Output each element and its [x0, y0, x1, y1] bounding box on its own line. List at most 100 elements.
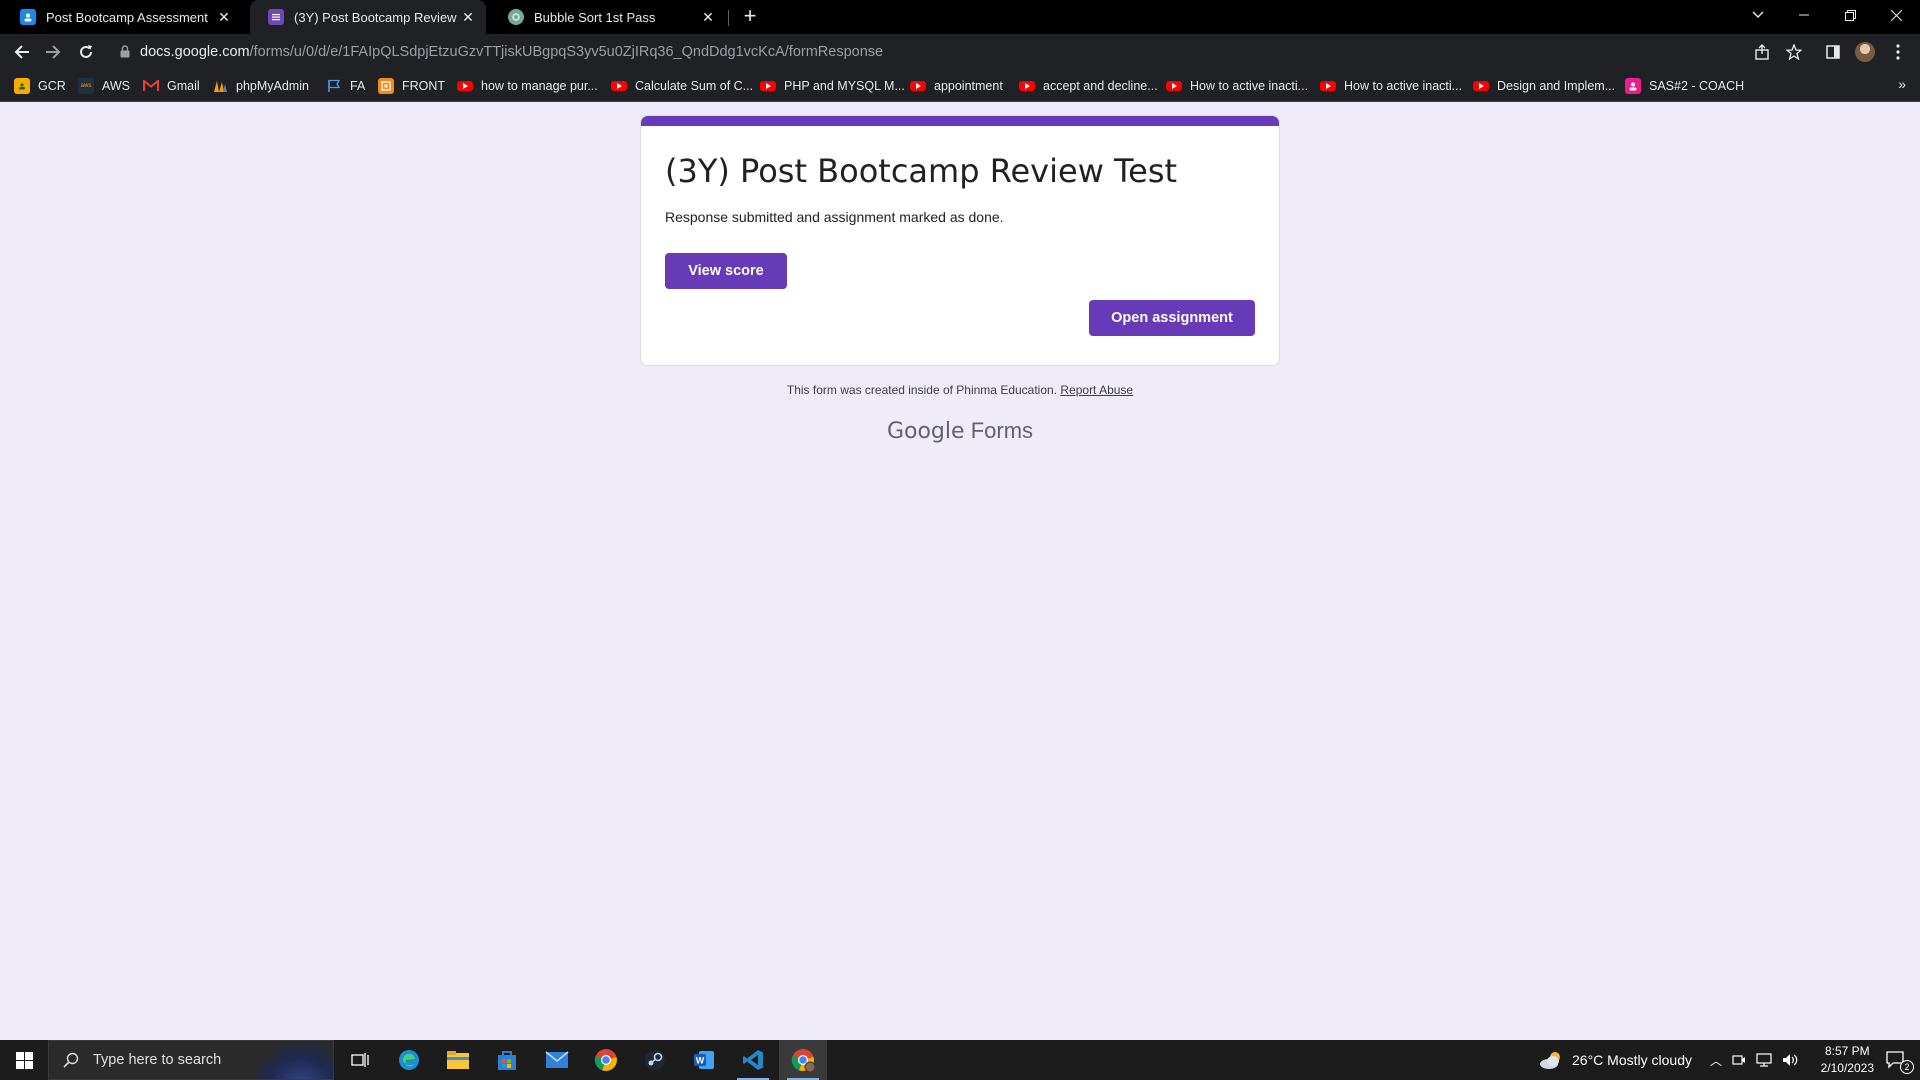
more-vert-icon — [1896, 44, 1900, 60]
tab-post-bootcamp-assessment[interactable]: Post Bootcamp Assessment ✕ — [2, 0, 242, 34]
bookmark-label: AWS — [102, 79, 131, 93]
volume-icon[interactable] — [1782, 1053, 1798, 1067]
bookmark-phpmyadmin[interactable]: phpMyAdmin — [212, 76, 309, 96]
meet-now-icon[interactable] — [1732, 1053, 1746, 1067]
google-forms-logo[interactable]: Google Forms — [0, 418, 1920, 444]
arrow-right-icon — [46, 45, 61, 59]
taskbar-clock[interactable]: 8:57 PM 2/10/2023 — [1821, 1043, 1874, 1077]
youtube-icon — [910, 81, 926, 91]
back-button[interactable] — [10, 40, 34, 64]
google-forms-icon — [268, 9, 284, 25]
taskbar-edge[interactable] — [385, 1040, 433, 1080]
youtube-icon — [1473, 81, 1489, 91]
tab-title: Bubble Sort 1st Pass — [534, 9, 656, 25]
confirmation-message: Response submitted and assignment marked… — [665, 209, 1004, 225]
bookmark-sas-coach[interactable]: SAS#2 - COACH — [1625, 76, 1744, 96]
taskbar-store[interactable] — [483, 1040, 531, 1080]
google-classroom-icon — [20, 9, 36, 25]
tab-post-bootcamp-review-test[interactable]: (3Y) Post Bootcamp Review Test ✕ — [250, 0, 486, 34]
taskbar-chrome[interactable] — [582, 1040, 630, 1080]
bookmark-star-button[interactable] — [1782, 40, 1806, 64]
logo-google-text: Google — [886, 419, 965, 444]
tab-title: (3Y) Post Bootcamp Review Test — [294, 9, 460, 25]
reload-button[interactable] — [74, 40, 98, 64]
bookmark-youtube-7[interactable]: How to active inacti... — [1320, 76, 1462, 96]
taskbar-chrome-profile[interactable] — [779, 1040, 827, 1080]
minimize-icon — [1799, 14, 1809, 16]
edge-icon — [399, 1050, 419, 1070]
search-placeholder: Type here to search — [93, 1052, 222, 1068]
bookmark-youtube-8[interactable]: Design and Implem... — [1473, 76, 1615, 96]
open-assignment-button[interactable]: Open assignment — [1089, 300, 1255, 336]
partly-cloudy-icon — [1540, 1052, 1560, 1069]
notification-center-button[interactable]: 2 — [1872, 1040, 1920, 1080]
form-response-card: (3Y) Post Bootcamp Review Test Response … — [640, 115, 1280, 366]
reload-icon — [80, 45, 92, 58]
view-score-button[interactable]: View score — [665, 253, 787, 289]
start-button[interactable] — [0, 1040, 48, 1080]
bookmark-youtube-2[interactable]: Calculate Sum of C... — [611, 76, 753, 96]
profile-button[interactable] — [1853, 40, 1877, 64]
taskbar-steam[interactable] — [631, 1040, 679, 1080]
menu-button[interactable] — [1886, 40, 1910, 64]
footer-created-text: This form was created inside of Phinma E… — [786, 383, 1058, 397]
system-tray: ︿ — [1710, 1040, 1798, 1080]
close-tab-icon[interactable]: ✕ — [216, 9, 232, 25]
network-icon[interactable] — [1756, 1053, 1772, 1067]
youtube-icon — [1166, 81, 1182, 91]
report-abuse-link[interactable]: Report Abuse — [1060, 383, 1133, 397]
bookmark-youtube-6[interactable]: How to active inacti... — [1166, 76, 1308, 96]
minimize-button[interactable] — [1781, 0, 1827, 30]
arrow-left-icon — [14, 45, 29, 59]
bookmark-youtube-4[interactable]: appointment — [910, 76, 1003, 96]
bookmark-label: Calculate Sum of C... — [635, 79, 754, 93]
clock-date: 2/10/2023 — [1820, 1061, 1874, 1075]
tab-title: Post Bootcamp Assessment — [46, 9, 208, 25]
taskbar-file-explorer[interactable] — [434, 1040, 482, 1080]
search-icon — [63, 1052, 79, 1068]
bookmark-front[interactable]: FRONT — [378, 76, 445, 96]
mail-icon — [545, 1051, 569, 1068]
logo-forms-text: Forms — [970, 418, 1034, 443]
close-window-button[interactable] — [1873, 0, 1919, 30]
bookmark-youtube-5[interactable]: accept and decline... — [1019, 76, 1158, 96]
close-tab-icon[interactable]: ✕ — [700, 9, 716, 25]
aws-icon: aws — [78, 78, 94, 94]
bookmark-label: accept and decline... — [1043, 79, 1158, 93]
close-tab-icon[interactable]: ✕ — [460, 9, 476, 25]
bookmark-youtube-1[interactable]: how to manage pur... — [457, 76, 598, 96]
bookmark-label: Gmail — [167, 79, 200, 93]
taskbar-search-box[interactable]: Type here to search — [48, 1040, 334, 1080]
phpmyadmin-icon — [212, 78, 228, 94]
taskbar-vscode[interactable] — [729, 1040, 777, 1080]
google-classroom-icon — [14, 78, 30, 94]
tab-search-button[interactable] — [1735, 0, 1781, 30]
avatar — [1855, 42, 1875, 62]
address-bar[interactable]: docs.google.com/forms/u/0/d/e/1FAIpQLSdp… — [108, 37, 1790, 67]
tab-bubble-sort[interactable]: Bubble Sort 1st Pass ✕ — [490, 0, 726, 34]
taskbar-word[interactable]: W — [680, 1040, 728, 1080]
restore-button[interactable] — [1827, 0, 1873, 30]
bookmark-youtube-3[interactable]: PHP and MYSQL M... — [760, 76, 905, 96]
weather-widget[interactable]: 26°C Mostly cloudy — [1538, 1040, 1692, 1080]
side-panel-button[interactable] — [1821, 40, 1845, 64]
share-button[interactable] — [1750, 40, 1774, 64]
new-tab-button[interactable]: + — [738, 5, 762, 29]
bookmark-gmail[interactable]: Gmail — [143, 76, 200, 96]
forward-button[interactable] — [41, 40, 65, 64]
taskbar-mail[interactable] — [533, 1040, 581, 1080]
bookmark-aws[interactable]: aws AWS — [78, 76, 130, 96]
file-explorer-icon — [447, 1051, 469, 1069]
gmail-icon — [143, 78, 159, 94]
more-bookmarks-button[interactable]: » — [1898, 76, 1906, 92]
youtube-icon — [611, 81, 627, 91]
form-title: (3Y) Post Bootcamp Review Test — [665, 152, 1178, 190]
bookmark-fa[interactable]: FA — [326, 76, 365, 96]
side-panel-icon — [1826, 45, 1840, 59]
youtube-icon — [457, 81, 473, 91]
chevron-up-icon[interactable]: ︿ — [1710, 1052, 1722, 1069]
task-view-button[interactable] — [336, 1040, 384, 1080]
task-view-icon — [351, 1053, 369, 1067]
bookmarks-bar: GCR aws AWS Gmail phpMyAdmin FA FRONT ho… — [0, 70, 1920, 102]
bookmark-gcr[interactable]: GCR — [14, 76, 66, 96]
